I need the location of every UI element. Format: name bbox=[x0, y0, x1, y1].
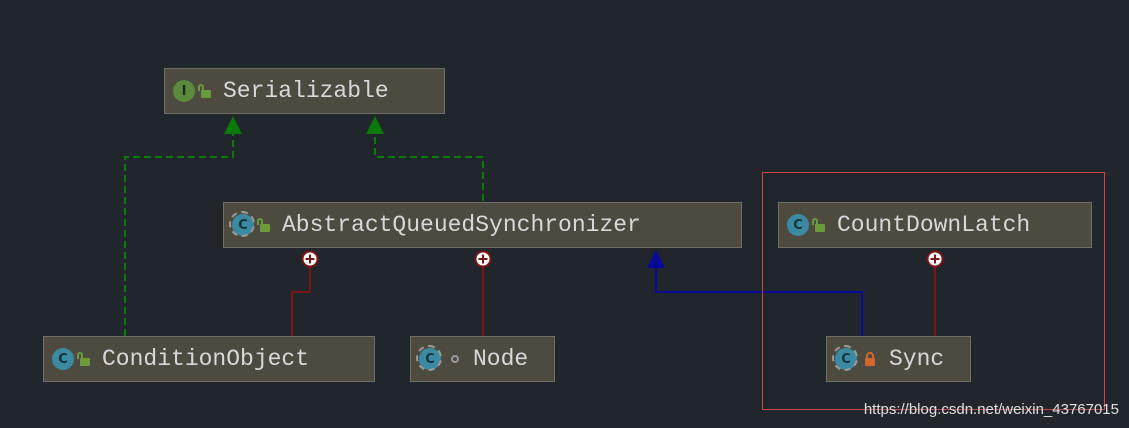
watermark: https://blog.csdn.net/weixin_43767015 bbox=[863, 401, 1119, 418]
private-lock-icon bbox=[865, 352, 875, 366]
static-abstract-class-icon: C bbox=[832, 345, 858, 371]
inner-class-marker-conditionobject bbox=[301, 250, 319, 268]
implements-arrowhead-right bbox=[366, 116, 384, 134]
interface-icon: I bbox=[173, 80, 195, 102]
public-lock-icon bbox=[812, 218, 825, 232]
edge-conditionobject-implements-serializable bbox=[124, 134, 234, 336]
public-lock-icon bbox=[257, 218, 270, 232]
abstract-class-icon: C bbox=[229, 211, 255, 237]
node-label: CountDownLatch bbox=[837, 212, 1031, 238]
node-label: Node bbox=[473, 346, 529, 372]
inner-class-marker-node bbox=[474, 250, 492, 268]
node-sync[interactable]: C Sync bbox=[826, 336, 971, 382]
node-serializable[interactable]: I Serializable bbox=[164, 68, 445, 114]
public-lock-icon bbox=[198, 84, 211, 98]
package-private-icon bbox=[451, 355, 459, 363]
edge-aqs-inner-conditionobject bbox=[291, 267, 311, 336]
public-lock-icon bbox=[77, 352, 90, 366]
node-node[interactable]: C Node bbox=[410, 336, 555, 382]
implements-arrowhead-left bbox=[224, 116, 242, 134]
node-label: Sync bbox=[889, 346, 945, 372]
extends-arrowhead bbox=[647, 250, 665, 268]
node-label: Serializable bbox=[223, 78, 389, 104]
node-countdownlatch[interactable]: C CountDownLatch bbox=[778, 202, 1092, 248]
node-label: ConditionObject bbox=[102, 346, 310, 372]
edge-aqs-implements-serializable bbox=[374, 134, 484, 201]
node-label: AbstractQueuedSynchronizer bbox=[282, 212, 641, 238]
node-conditionobject[interactable]: C ConditionObject bbox=[43, 336, 375, 382]
static-class-icon: C bbox=[416, 345, 442, 371]
class-icon: C bbox=[787, 214, 809, 236]
class-icon: C bbox=[52, 348, 74, 370]
node-abstractqueuedsynchronizer[interactable]: C AbstractQueuedSynchronizer bbox=[223, 202, 742, 248]
